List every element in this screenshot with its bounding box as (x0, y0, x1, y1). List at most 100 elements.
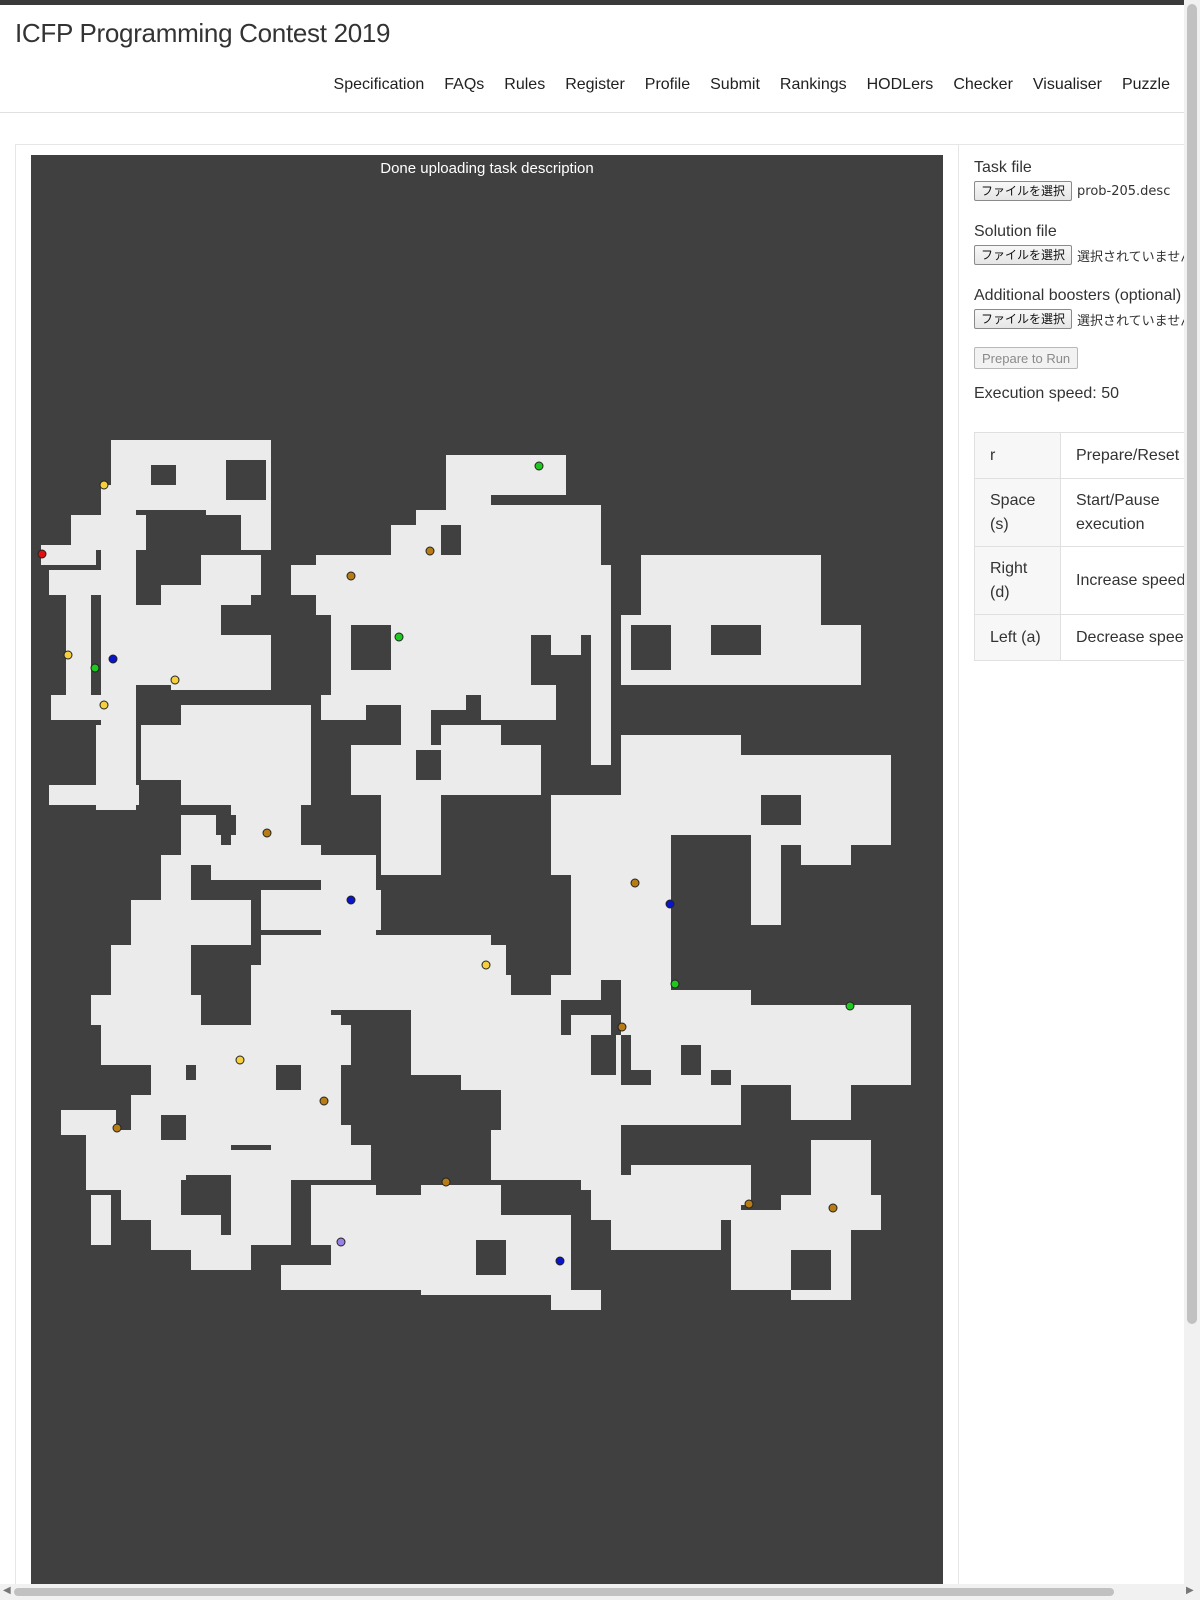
shortcut-key: Space (s) (974, 478, 1061, 547)
nav-submit[interactable]: Submit (700, 76, 770, 94)
task-file-group: Task file ファイルを選択 prob-205.desc (974, 159, 1200, 201)
booster-marker (108, 654, 118, 664)
shortcut-action: Prepare/Reset (1060, 432, 1200, 479)
canvas-status: Done uploading task description (380, 160, 594, 177)
map-floor-cell (471, 575, 531, 695)
boosters-file-group: Additional boosters (optional) ファイルを選択 選… (974, 287, 1200, 329)
nav-specification[interactable]: Specification (324, 76, 435, 94)
horizontal-scrollbar[interactable]: ◀ ▶ (0, 1584, 1200, 1600)
task-file-name: prob-205.desc (1077, 183, 1171, 199)
shortcut-key: r (974, 432, 1061, 479)
map-floor-cell (96, 725, 136, 810)
map-canvas[interactable]: Done uploading task description (31, 155, 943, 1585)
map-floor-cell (281, 1265, 441, 1290)
map-obstacle (631, 625, 671, 670)
nav-rules[interactable]: Rules (494, 76, 555, 94)
vertical-scroll-thumb[interactable] (1187, 4, 1197, 1324)
prepare-to-run-button[interactable]: Prepare to Run (974, 347, 1079, 369)
booster-marker (336, 1237, 346, 1247)
map-floor-cell (101, 485, 136, 725)
map-obstacle (591, 1035, 616, 1075)
control-sidebar: Task file ファイルを選択 prob-205.desc Solution… (974, 155, 1200, 403)
map-floor-cell (551, 595, 581, 655)
booster-marker (845, 1001, 855, 1011)
booster-marker (665, 899, 675, 909)
booster-marker (99, 480, 109, 490)
vertical-scrollbar[interactable] (1184, 0, 1200, 1584)
map-obstacle (151, 465, 176, 485)
boosters-file-label: Additional boosters (optional) (974, 287, 1182, 304)
scroll-right-icon[interactable]: ▶ (1186, 1585, 1194, 1596)
map-floor-cell (131, 900, 251, 945)
booster-marker (170, 675, 180, 685)
map-floor-cell (486, 455, 566, 495)
booster-marker (555, 1256, 565, 1266)
task-file-label: Task file (974, 159, 1032, 176)
map-floor-cell (51, 695, 101, 720)
nav-profile[interactable]: Profile (635, 76, 700, 94)
nav-visualiser[interactable]: Visualiser (1023, 76, 1112, 94)
map-floor-cell (41, 545, 96, 565)
map-floor-cell (191, 1235, 251, 1270)
shortcut-action: Decrease speed (1060, 614, 1200, 661)
map-obstacle (476, 1240, 506, 1275)
booster-marker (425, 546, 435, 556)
horizontal-scroll-thumb[interactable] (14, 1588, 1114, 1596)
map-floor-cell (171, 635, 271, 690)
booster-marker (112, 1123, 122, 1133)
booster-marker (630, 878, 640, 888)
booster-marker (319, 1096, 329, 1106)
table-row: Right (d) Increase speed (974, 546, 1200, 615)
solution-file-button[interactable]: ファイルを選択 (974, 245, 1073, 265)
booster-marker (534, 461, 544, 471)
nav-register[interactable]: Register (555, 76, 635, 94)
shortcut-action: Start/Pause execution (1060, 478, 1200, 547)
map-obstacle (351, 625, 391, 670)
booster-marker (441, 1177, 451, 1187)
booster-marker (346, 895, 356, 905)
map-obstacle (711, 625, 761, 655)
map-obstacle (791, 1250, 831, 1290)
map-obstacle (161, 1115, 186, 1140)
solution-file-group: Solution file ファイルを選択 選択されていません (974, 223, 1200, 265)
map-floor-cell (791, 1060, 851, 1120)
shortcut-key: Left (a) (974, 614, 1061, 661)
solution-file-name: 選択されていません (1077, 249, 1194, 265)
booster-marker (670, 979, 680, 989)
map-floor-cell (601, 1085, 741, 1125)
map-floor-cell (461, 1050, 521, 1090)
execution-speed: Execution speed: 50 (974, 385, 1119, 402)
booster-marker (394, 632, 404, 642)
nav-hodlers[interactable]: HODLers (857, 76, 944, 94)
shortcut-key: Right (d) (974, 546, 1061, 615)
map-floor-cell (271, 1090, 311, 1150)
site-title[interactable]: ICFP Programming Contest 2019 (15, 18, 391, 49)
map-floor-cell (451, 945, 506, 975)
map-floor-cell (591, 565, 611, 765)
booster-marker (744, 1199, 754, 1209)
nav-faqs[interactable]: FAQs (434, 76, 494, 94)
nav-puzzle[interactable]: Puzzle (1112, 76, 1170, 94)
task-file-button[interactable]: ファイルを選択 (974, 181, 1073, 201)
top-border (0, 0, 1200, 5)
main-nav: Specification FAQs Rules Register Profil… (324, 76, 1170, 94)
map-floor-cell (441, 725, 501, 755)
map-floor-cell (481, 685, 556, 720)
nav-checker[interactable]: Checker (943, 76, 1023, 94)
boosters-file-button[interactable]: ファイルを選択 (974, 309, 1073, 329)
nav-rankings[interactable]: Rankings (770, 76, 857, 94)
header-divider (0, 112, 1200, 113)
booster-marker (617, 1022, 627, 1032)
table-row: Space (s) Start/Pause execution (974, 478, 1200, 547)
table-row: r Prepare/Reset (974, 432, 1200, 479)
booster-marker (262, 828, 272, 838)
map-floor-cell (86, 1130, 151, 1190)
scroll-left-icon[interactable]: ◀ (3, 1585, 11, 1596)
map-floor-cell (91, 995, 201, 1025)
booster-marker (235, 1055, 245, 1065)
booster-marker (828, 1203, 838, 1213)
map-obstacle (441, 525, 461, 555)
booster-marker (63, 650, 73, 660)
map-obstacle (416, 750, 441, 780)
booster-marker (481, 960, 491, 970)
